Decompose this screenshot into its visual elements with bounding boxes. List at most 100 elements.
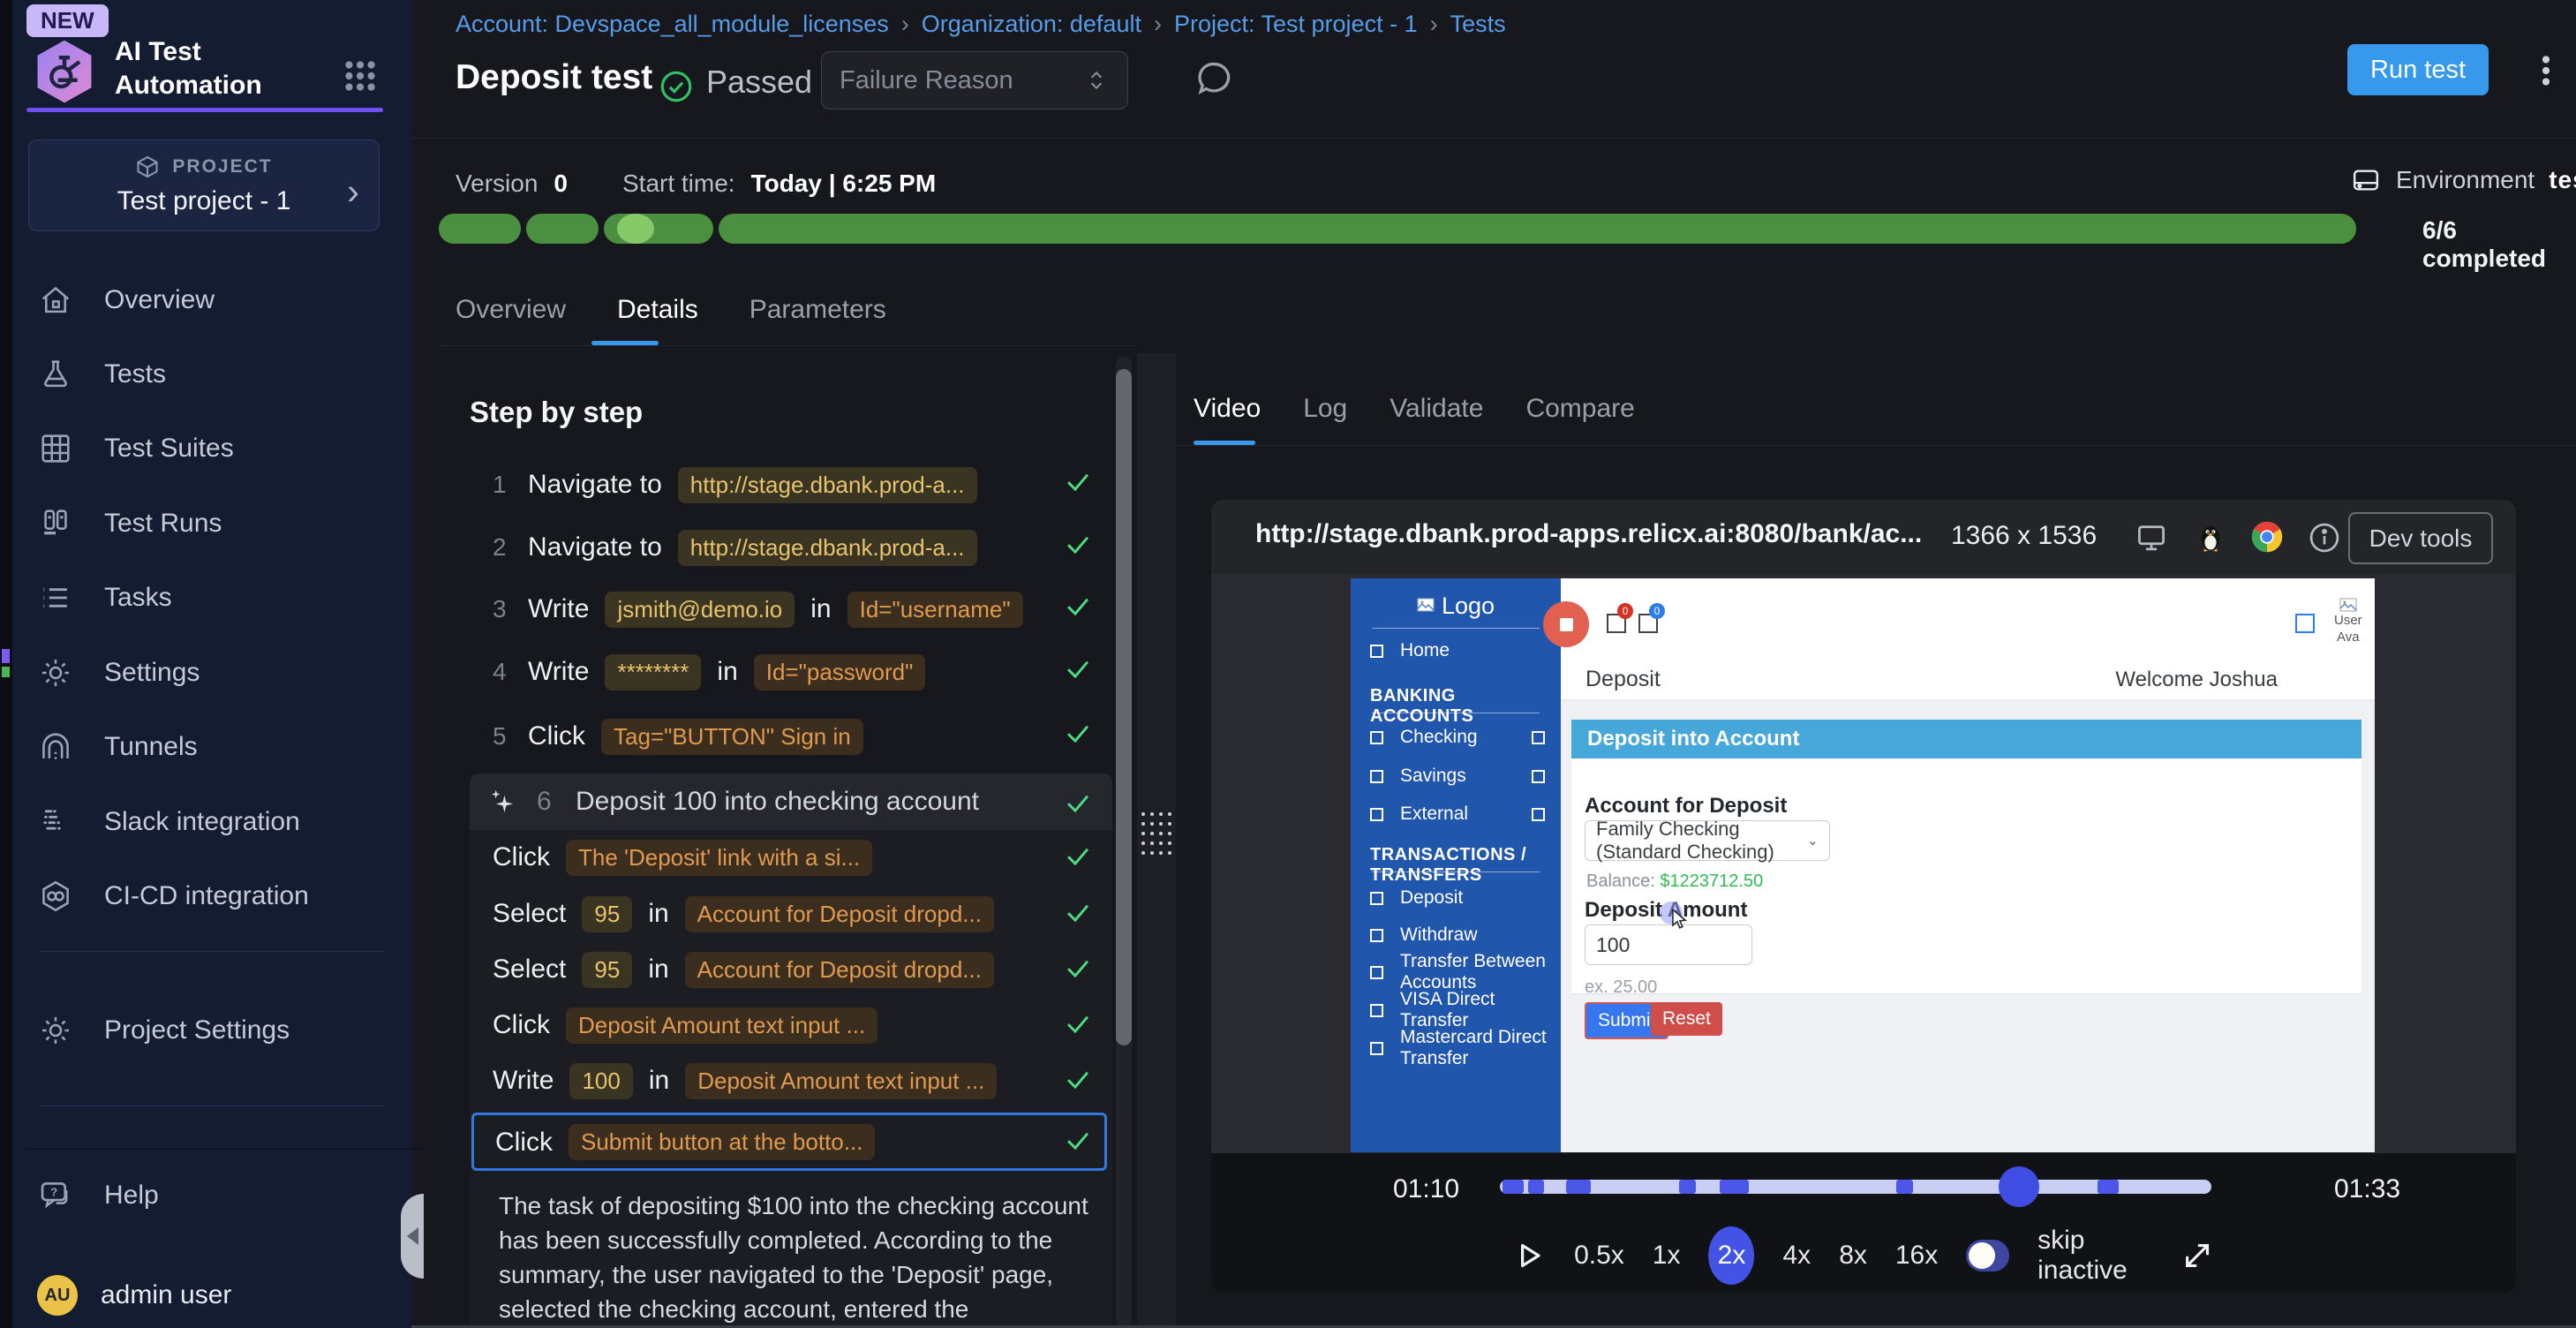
main-tabs: Overview Details Parameters [456,295,886,325]
panel-resize-handle[interactable] [1137,353,1176,1328]
tab-details[interactable]: Details [617,295,698,325]
project-cube-icon [135,155,160,179]
timeline-playhead[interactable] [1999,1166,2039,1207]
bank-balance: Balance: $1223712.50 [1586,872,1763,892]
bank-nav-external: External [1351,800,1561,828]
sidebar-item-project-settings[interactable]: Project Settings [37,1002,390,1059]
progress-segment[interactable] [526,214,599,244]
sidebar-item-overview[interactable]: Overview [37,272,390,328]
bank-nav-visa: VISA Direct Transfer [1351,996,1561,1024]
progress-segment[interactable] [439,214,521,244]
substep-row-1[interactable]: Click The 'Deposit' link with a si... [493,836,872,879]
test-runs-icon [37,506,74,541]
sidebar-collapse-button[interactable] [401,1194,424,1279]
step-row-5[interactable]: 5 Click Tag="BUTTON" Sign in [493,715,863,758]
step-action: Write [528,594,589,624]
environment-info: Environment test [2350,164,2576,196]
substep-row-6-selected[interactable]: Click Submit button at the botto... [471,1113,1107,1171]
steps-scrollbar-thumb[interactable] [1116,369,1132,1045]
step-action: Select [493,899,566,929]
user-avatar-broken: UserAva [2334,598,2362,645]
tab-overview[interactable]: Overview [456,295,566,325]
fullscreen-icon[interactable] [2180,1238,2215,1273]
step-target-chip: Account for Deposit dropd... [685,952,994,988]
dev-tools-button[interactable]: Dev tools [2348,512,2493,564]
sidebar-item-slack-integration[interactable]: Slack integration [37,794,390,850]
timeline-segment [2098,1180,2119,1194]
svg-text:?: ? [50,1186,57,1199]
apps-grid-icon[interactable] [341,57,380,95]
sidebar-item-tunnels[interactable]: Tunnels [37,719,390,775]
step-row-4[interactable]: 4 Write ******** in Id="password" [493,651,925,693]
sidebar-item-test-runs[interactable]: Test Runs [37,495,390,552]
speed-0.5x[interactable]: 0.5x [1574,1241,1624,1271]
sidebar-item-tests[interactable]: Tests [37,346,390,403]
new-badge: NEW [26,4,109,37]
user-menu[interactable]: AU admin user [37,1275,231,1316]
speed-2x-active[interactable]: 2x [1708,1226,1754,1285]
bank-account-label: Account for Deposit [1585,794,1787,819]
tab-compare[interactable]: Compare [1525,394,1634,424]
tab-parameters[interactable]: Parameters [749,295,886,325]
step-row-3[interactable]: 3 Write jsmith@demo.io in Id="username" [493,588,1023,630]
bank-page-title: Deposit [1586,667,1661,692]
speed-4x[interactable]: 4x [1783,1241,1811,1271]
bullet-square-icon [1532,808,1545,821]
step-number: 3 [493,595,512,623]
sidebar-item-cicd-integration[interactable]: CI-CD integration [37,868,390,924]
sidebar-item-label: Overview [104,285,215,315]
sidebar-item-label: Tasks [104,583,172,613]
step-row-2[interactable]: 2 Navigate to http://stage.dbank.prod-a.… [493,526,977,569]
run-test-button[interactable]: Run test [2347,44,2489,95]
step-row-1[interactable]: 1 Navigate to http://stage.dbank.prod-a.… [493,464,977,506]
speed-1x[interactable]: 1x [1653,1241,1681,1271]
speed-8x[interactable]: 8x [1839,1241,1867,1271]
kebab-menu-icon[interactable] [2528,51,2564,90]
sidebar-item-tasks[interactable]: Tasks [37,570,390,626]
speed-16x[interactable]: 16x [1895,1241,1938,1271]
skip-inactive-toggle[interactable] [1966,1240,2009,1271]
list-icon [37,580,74,615]
failure-reason-placeholder: Failure Reason [840,66,1013,95]
step-group-header[interactable]: 6 Deposit 100 into checking account [470,773,1112,830]
failure-reason-select[interactable]: Failure Reason [821,51,1128,109]
step-check-icon [1063,897,1093,927]
tab-log[interactable]: Log [1303,394,1347,424]
status-badge: Passed [706,64,812,101]
substep-row-5[interactable]: Write 100 in Deposit Amount text input .… [493,1060,997,1102]
page-title: Deposit test [456,58,652,97]
tab-video[interactable]: Video [1194,394,1261,424]
substep-row-4[interactable]: Click Deposit Amount text input ... [493,1004,877,1046]
info-icon[interactable] [2308,521,2341,555]
breadcrumb-tests[interactable]: Tests [1450,11,1506,38]
notification-badge: 0 [1649,603,1665,619]
sidebar-item-settings[interactable]: Settings [37,645,390,701]
play-icon[interactable] [1512,1239,1546,1272]
sidebar-item-label: Project Settings [104,1015,290,1045]
tab-validate[interactable]: Validate [1390,394,1483,424]
step-number: 6 [537,787,556,817]
breadcrumb-project[interactable]: Project: Test project - 1 [1174,11,1418,38]
sidebar-divider [39,1105,385,1106]
breadcrumb-separator: › [1154,11,1162,38]
app-logo-icon[interactable] [30,37,99,106]
bank-nav-savings: Savings [1351,762,1561,790]
progress-segment[interactable] [719,214,2356,244]
run-meta: Version 0 Start time: Today | 6:25 PM [456,170,936,198]
sidebar-item-test-suites[interactable]: Test Suites [37,420,390,477]
breadcrumb-account[interactable]: Account: Devspace_all_module_licenses [456,11,889,38]
bank-app-frame: Logo Home BANKING ACCOUNTS Checking Savi… [1351,578,2375,1152]
substep-row-3[interactable]: Select 95 in Account for Deposit dropd..… [493,948,994,991]
project-card[interactable]: PROJECT Test project - 1 › [28,140,380,231]
bullet-square-icon [1370,731,1383,744]
breadcrumb-separator: › [901,11,909,38]
substep-row-2[interactable]: Select 95 in Account for Deposit dropd..… [493,893,994,935]
video-viewport[interactable]: Logo Home BANKING ACCOUNTS Checking Savi… [1211,574,2516,1153]
step-action: Click [528,721,585,751]
breadcrumb-organization[interactable]: Organization: default [922,11,1141,38]
time-total: 01:33 [2334,1174,2400,1204]
timeline-track[interactable] [1500,1180,2211,1194]
comment-icon[interactable] [1194,58,1234,99]
bullet-square-icon [1370,1042,1383,1055]
sidebar-item-help[interactable]: ? Help [37,1167,390,1224]
